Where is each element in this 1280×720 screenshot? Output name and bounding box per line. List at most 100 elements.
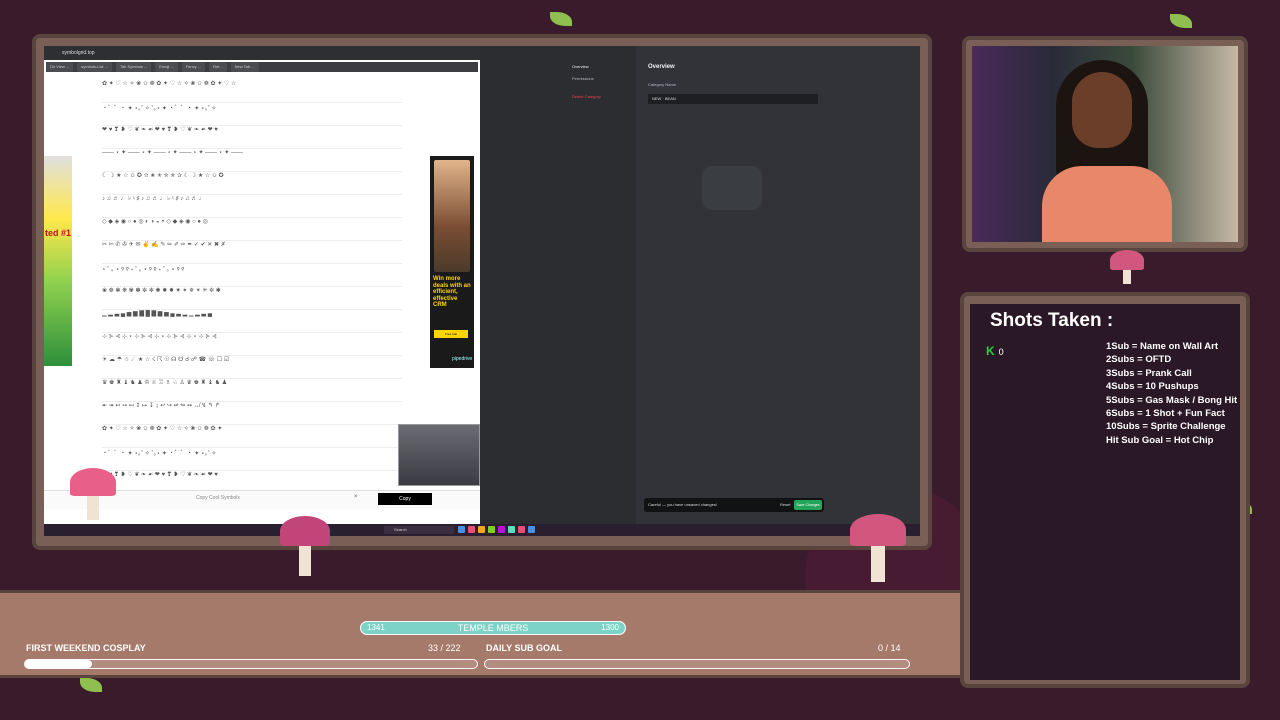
browser-tab[interactable]: Emoji ... (155, 62, 178, 72)
settings-main: Overview Category Name NEW · BEAN Carefu… (636, 46, 920, 524)
category-name-input[interactable]: NEW · BEAN (648, 94, 818, 104)
app-icon[interactable] (488, 526, 495, 533)
leaf-decoration (550, 12, 572, 26)
app-icon[interactable] (498, 526, 505, 533)
symbol-row[interactable]: ⋆ ˚ ｡ ⋆ ୨ ୧ ⋆ ˚ ｡ ⋆ ୨ ୧ ⋆ ˚ ｡ ⋆ ୨ ୧ (102, 264, 402, 287)
copy-button[interactable]: Copy (378, 493, 432, 505)
symbol-row[interactable]: ❀ ❁ ❃ ❋ ✾ ✽ ✼ ✻ ✺ ✹ ✸ ✷ ✶ ✵ ✴ ✳ ✲ ✱ (102, 287, 402, 310)
browser-tab[interactable]: Ref... (209, 62, 227, 72)
sidebar-item-overview[interactable]: Overview (572, 64, 589, 69)
ad-photo (434, 160, 470, 272)
page-title: Overview (648, 64, 675, 70)
shots-title: Shots Taken : (990, 310, 1114, 331)
browser-tab[interactable]: New Tab ... (230, 62, 259, 72)
taskbar-icons (458, 526, 535, 533)
symbol-row[interactable]: ☀ ☁ ☂ ☃ ☄ ★ ☆ ☇ ☈ ☉ ☊ ☋ ☌ ☍ ☎ ☏ ☐ ☑ (102, 356, 402, 379)
symbol-row[interactable]: ✂ ✄ ✆ ✇ ✈ ✉ ✌ ✍ ✎ ✏ ✐ ✑ ✒ ✓ ✔ ✕ ✖ ✗ (102, 241, 402, 264)
sub-goals-list: 1Sub = Name on Wall Art 2Subs = OFTD 3Su… (1106, 340, 1237, 447)
symbol-row[interactable]: ♪ ♫ ♬ ♩ ♭ ♮ ♯ ♪ ♫ ♬ ♩ ♭ ♮ ♯ ♪ ♫ ♬ ♩ (102, 195, 402, 218)
app-icon[interactable] (508, 526, 515, 533)
cosplay-progress-bar (24, 659, 478, 669)
unsaved-changes-text: Careful — you have unsaved changes! (648, 502, 717, 507)
sub-goal-item: 4Subs = 10 Pushups (1106, 381, 1199, 393)
sub-goal-count: 0 / 14 (878, 643, 901, 653)
browser-tab[interactable]: Tab Symbols ... (115, 62, 152, 72)
shots-count: 0 (998, 347, 1004, 357)
empty-state-illustration (702, 166, 762, 210)
webcam-feed (972, 46, 1238, 242)
app-icon[interactable] (458, 526, 465, 533)
symbol-row[interactable]: ☾ ☽ ★ ☆ ✩ ✪ ✫ ✬ ✭ ✮ ✯ ✰ ☾ ☽ ★ ☆ ✩ ✪ (102, 172, 402, 195)
ad-cta-button[interactable]: Free trial (434, 330, 468, 338)
cosplay-goal-label: FIRST WEEKEND COSPLAY (26, 643, 146, 653)
url-bar[interactable]: symbolgrid.top (62, 50, 95, 56)
unsaved-changes-bar: Careful — you have unsaved changes! Rese… (644, 498, 824, 512)
ad-headline: Win more deals with an efficient, effect… (433, 276, 471, 309)
taskbar-search[interactable]: Search (384, 526, 454, 534)
app-icon[interactable] (518, 526, 525, 533)
mushroom-decoration (850, 514, 906, 582)
goal-banner: 1341 TEMPLE MBERS 1300 FIRST WEEKEND COS… (0, 590, 960, 678)
advertisement-right[interactable]: Win more deals with an efficient, effect… (430, 156, 474, 368)
mushroom-decoration (70, 468, 116, 520)
symbol-row[interactable]: ✿ ✦ ♡ ☆ ✧ ❀ ✩ ❁ ✿ ✦ ♡ ☆ ✧ ❀ ✩ ❁ ✿ ✦ ♡ ☆ (102, 80, 402, 103)
browser-tabs: Dir View ... symbols-List ... Tab Symbol… (46, 62, 478, 72)
symbol-grid: ✿ ✦ ♡ ☆ ✧ ❀ ✩ ❁ ✿ ✦ ♡ ☆ ✧ ❀ ✩ ❁ ✿ ✦ ♡ ☆ … (102, 80, 402, 494)
taskbar: Search (44, 524, 920, 536)
cosplay-goal-count: 33 / 222 (428, 643, 461, 653)
app-icon[interactable] (528, 526, 535, 533)
symbol-row[interactable]: ⊹ ⊱ ⊰ ⊹ ⋆ ⊹ ⊱ ⊰ ⊹ ⋆ ⊹ ⊱ ⊰ ⊹ ⋆ ⊹ ⊱ ⊰ (102, 333, 402, 356)
leaf-decoration (1170, 14, 1192, 28)
copy-bar-label: Copy Cool Symbols (196, 495, 240, 501)
symbol-row[interactable]: ❤ ♥ ❣ ❥ ♡ ❦ ❧ ☙ ❤ ♥ ❣ ❥ ♡ ❦ ❧ ☙ ❤ ♥ (102, 126, 402, 149)
member-label: TEMPLE MBERS (457, 623, 529, 633)
ad-brand: pipedrive (452, 356, 473, 362)
screen-capture: symbolgrid.top Dir View ... symbols-List… (44, 46, 920, 536)
ad-left-text: ted #1 (44, 228, 71, 238)
sidebar-item-delete-category[interactable]: Delete Category (572, 94, 601, 99)
shots-counter: K0 (986, 344, 1004, 358)
sub-goal-item: 5Subs = Gas Mask / Bong Hit (1106, 394, 1238, 406)
sub-goal-item: 10Subs = Sprite Challenge (1106, 421, 1226, 433)
symbol-row[interactable]: ◇ ◆ ◈ ◉ ○ ● ◎ ◐ ◑ ◒ ◓ ◇ ◆ ◈ ◉ ○ ● ◎ (102, 218, 402, 241)
symbol-row[interactable]: ♛ ♚ ♜ ♝ ♞ ♟ ♔ ♕ ♖ ♗ ♘ ♙ ♛ ♚ ♜ ♝ ♞ ♟ (102, 379, 402, 402)
discord-settings-window: Overview Permissions Delete Category Ove… (480, 46, 920, 524)
member-target: 1300 (601, 623, 619, 632)
advertisement-left[interactable]: ted #1 (44, 156, 72, 366)
browser-titlebar: symbolgrid.top (44, 46, 480, 60)
sub-goal-item: 6Subs = 1 Shot + Fun Fact (1106, 408, 1225, 420)
settings-sidebar: Overview Permissions Delete Category (480, 46, 630, 524)
symbol-row[interactable]: ・゜゜・ ✦ ⋆｡˚ ✧ ˚｡⋆ ✦ ・゜゜・ ✦ ⋆｡˚ ✧ (102, 448, 402, 471)
streamer-body (1042, 166, 1172, 242)
app-icon[interactable] (468, 526, 475, 533)
save-changes-button[interactable]: Save Changes (794, 500, 822, 510)
mushroom-decoration (280, 516, 330, 576)
reset-button[interactable]: Reset (780, 502, 790, 507)
symbol-row[interactable]: ↞ ↠ ↢ ↣ ↤ ↥ ↦ ↧ ↨ ↩ ↪ ↫ ↬ ↭ ↮ ↯ ↰ ↱ (102, 402, 402, 425)
browser-tab[interactable]: symbols-List ... (77, 62, 112, 72)
symbol-row[interactable]: ✿ ✦ ♡ ☆ ✧ ❀ ✩ ❁ ✿ ✦ ♡ ☆ ✧ ❀ ✩ ❁ ✿ ✦ (102, 425, 402, 448)
shots-panel: Shots Taken : K0 1Sub = Name on Wall Art… (970, 304, 1240, 680)
symbol-row[interactable]: —— ⋆ ✦ —— ⋆ ✦ —— ⋆ ✦ —— ⋆ ✦ —— ⋆ ✦ —— (102, 149, 402, 172)
leaf-decoration (80, 678, 102, 692)
sub-goal-progress-bar (484, 659, 910, 669)
sub-goal-item: 1Sub = Name on Wall Art (1106, 341, 1218, 352)
sub-goal-item: Hit Sub Goal = Hot Chip (1106, 434, 1214, 446)
app-icon[interactable] (478, 526, 485, 533)
cosplay-progress-fill (25, 660, 93, 668)
streamer-face (1072, 72, 1132, 148)
browser-window: symbolgrid.top Dir View ... symbols-List… (44, 46, 480, 524)
browser-tab[interactable]: Fancy ... (181, 62, 206, 72)
sub-goal-label: DAILY SUB GOAL (486, 643, 563, 653)
video-thumbnail[interactable] (398, 424, 480, 486)
symbol-row[interactable]: ▁ ▂ ▃ ▄ ▅ ▆ ▇ █ ▇ ▆ ▅ ▄ ▃ ▂ ▁ ▂ ▃ ▄ (102, 310, 402, 333)
browser-tab[interactable]: Dir View ... (46, 62, 74, 72)
kick-icon: K (986, 344, 995, 358)
symbol-row[interactable]: ・゜゜・ ✦ ⋆｡˚ ✧ ˚｡⋆ ✦ ・゜゜・ ✦ ⋆｡˚ ✧ (102, 103, 402, 126)
category-name-label: Category Name (648, 82, 677, 87)
sub-goal-item: 3Subs = Prank Call (1106, 367, 1192, 379)
member-goal-bar: 1341 TEMPLE MBERS 1300 (360, 621, 626, 635)
sub-goal-item: 2Subs = OFTD (1106, 354, 1172, 366)
close-icon[interactable]: × (354, 494, 358, 500)
sidebar-item-permissions[interactable]: Permissions (572, 76, 594, 81)
